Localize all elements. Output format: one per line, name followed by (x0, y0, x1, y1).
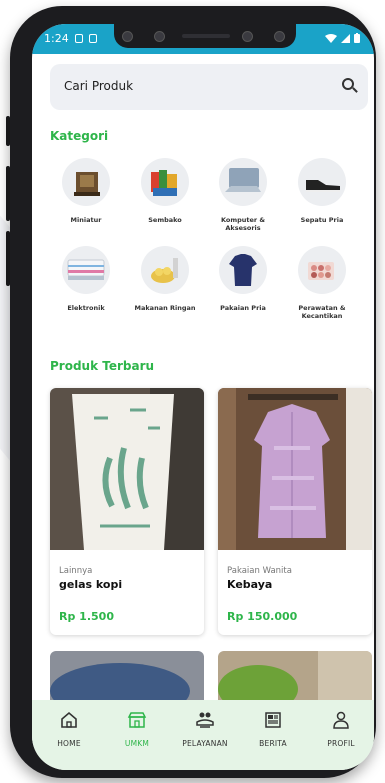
category-label: Komputer & Aksesoris (220, 216, 266, 232)
speaker-grille (182, 34, 230, 38)
category-label: Pakaian Pria (220, 304, 266, 312)
nav-pelayanan[interactable]: PELAYANAN (171, 710, 239, 748)
product-price: Rp 150.000 (227, 610, 298, 623)
product-name: gelas kopi (59, 578, 123, 591)
shirt-icon (219, 246, 267, 294)
category-item[interactable]: Sembako (126, 158, 204, 224)
category-label: Sepatu Pria (300, 216, 344, 224)
laptop-icon (219, 158, 267, 206)
sensor-icon (242, 31, 253, 42)
app-screen: 1:24 Cari Produk Kategori Miniatur Semba… (32, 24, 374, 770)
nav-label: HOME (57, 739, 81, 748)
section-title-products: Produk Terbaru (50, 359, 155, 373)
nav-label: BERITA (259, 739, 287, 748)
groceries-icon (141, 158, 189, 206)
service-icon (195, 710, 215, 730)
category-item[interactable]: Miniatur (47, 158, 125, 224)
store-icon (127, 710, 147, 730)
camera-icon (122, 31, 133, 42)
sensor-icon (154, 31, 165, 42)
nav-label: PROFIL (327, 739, 355, 748)
status-bar: 1:24 (32, 24, 374, 54)
category-label: Perawatan & Kecantikan (298, 304, 346, 320)
bottom-navigation: HOME UMKM PELAYANAN BERITA PROFIL (32, 700, 374, 770)
product-card[interactable]: Pakaian Wanita Kebaya Rp 150.000 (218, 388, 372, 635)
nav-umkm[interactable]: UMKM (103, 710, 171, 748)
sim-icon (88, 34, 97, 43)
category-label: Elektronik (67, 304, 105, 312)
product-category: Lainnya (59, 566, 93, 576)
phone-button (6, 166, 10, 221)
search-bar[interactable]: Cari Produk (50, 64, 368, 110)
shoe-icon (298, 158, 346, 206)
category-label: Sembako (148, 216, 182, 224)
product-category: Pakaian Wanita (227, 566, 292, 576)
category-item[interactable]: Komputer & Aksesoris (204, 158, 282, 232)
air-conditioner-icon (62, 246, 110, 294)
nav-label: UMKM (124, 739, 150, 748)
product-image (50, 388, 204, 550)
phone-frame: 1:24 Cari Produk Kategori Miniatur Semba… (6, 6, 376, 778)
camera-notch (114, 24, 296, 48)
notification-icon (74, 34, 83, 43)
product-price: Rp 1.500 (59, 610, 114, 623)
phone-button (6, 231, 10, 286)
miniature-icon (62, 158, 110, 206)
category-item[interactable]: Elektronik (47, 246, 125, 312)
nav-berita[interactable]: BERITA (239, 710, 307, 748)
makeup-icon (298, 246, 346, 294)
status-time: 1:24 (44, 32, 69, 45)
profile-icon (331, 710, 351, 730)
category-item[interactable]: Pakaian Pria (204, 246, 282, 312)
product-name: Kebaya (227, 578, 273, 591)
phone-button (6, 116, 10, 146)
battery-icon (354, 33, 360, 43)
category-item[interactable]: Sepatu Pria (283, 158, 361, 224)
news-icon (263, 710, 283, 730)
product-card[interactable]: Lainnya gelas kopi Rp 1.500 (50, 388, 204, 635)
product-image (218, 388, 372, 550)
camera-icon (274, 31, 285, 42)
wifi-icon (325, 33, 337, 43)
category-item[interactable]: Perawatan & Kecantikan (283, 246, 361, 320)
signal-icon (341, 33, 350, 43)
category-label: Makanan Ringan (134, 304, 196, 312)
nav-profil[interactable]: PROFIL (307, 710, 374, 748)
search-input[interactable]: Cari Produk (64, 79, 133, 93)
category-item[interactable]: Makanan Ringan (126, 246, 204, 312)
section-title-categories: Kategori (50, 129, 109, 143)
snack-icon (141, 246, 189, 294)
nav-label: PELAYANAN (182, 739, 228, 748)
home-icon (59, 710, 79, 730)
nav-home[interactable]: HOME (35, 710, 103, 748)
category-label: Miniatur (70, 216, 102, 224)
search-icon[interactable] (342, 78, 354, 90)
